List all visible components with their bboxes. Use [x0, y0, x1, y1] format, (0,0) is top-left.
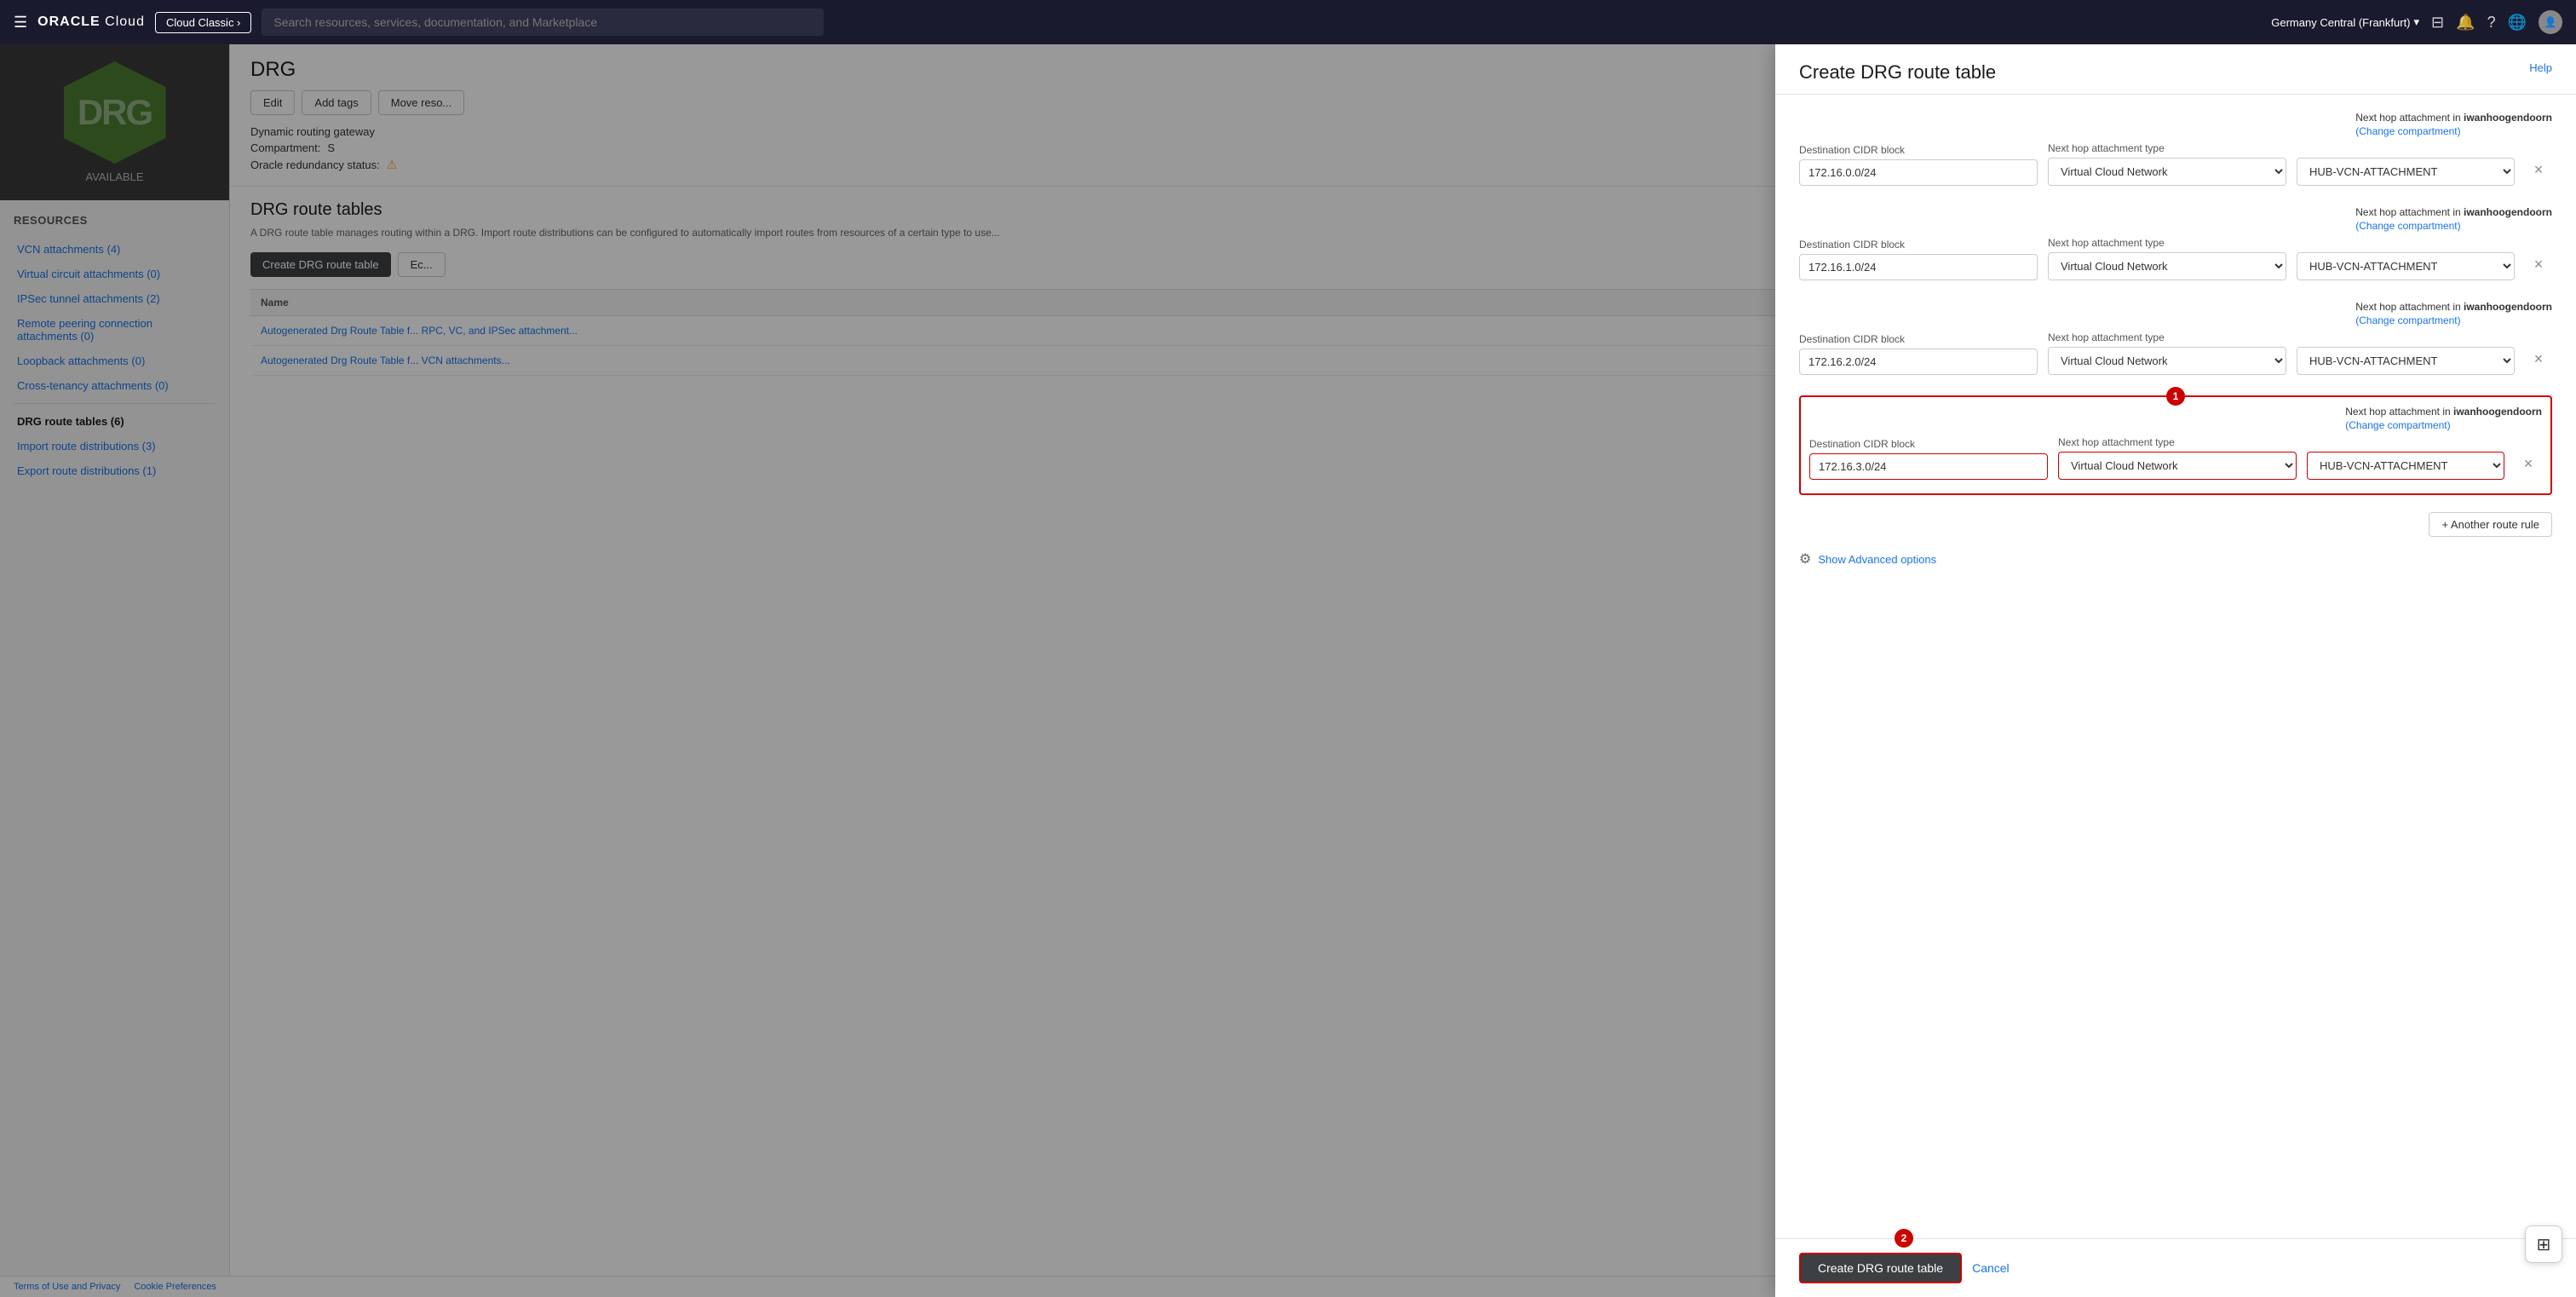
dest-cidr-group-3: Destination CIDR block — [1799, 333, 2038, 375]
cloud-classic-button[interactable]: Cloud Classic › — [155, 12, 251, 33]
next-hop-type-label-2: Next hop attachment type — [2048, 237, 2286, 249]
dest-cidr-input-3[interactable] — [1799, 349, 2038, 375]
globe-icon[interactable]: 🌐 — [2508, 14, 2527, 32]
create-drg-route-table-submit-button[interactable]: Create DRG route table — [1799, 1253, 1962, 1283]
next-hop-type-group-4: Next hop attachment type Virtual Cloud N… — [2058, 436, 2297, 480]
remove-rule-3-button[interactable]: × — [2525, 345, 2552, 373]
route-rule-3: Next hop attachment in iwanhoogendoorn (… — [1799, 301, 2552, 375]
modal-help-link[interactable]: Help — [2529, 61, 2552, 74]
search-input[interactable] — [262, 9, 824, 36]
help-widget-icon: ⊞ — [2537, 1234, 2551, 1255]
add-route-rule-button[interactable]: + Another route rule — [2429, 512, 2552, 537]
nav-right: Germany Central (Frankfurt) ▾ ⊟ 🔔 ? 🌐 👤 — [2271, 10, 2562, 34]
bell-icon[interactable]: 🔔 — [2456, 14, 2475, 32]
route-rule-1: Next hop attachment in iwanhoogendoorn (… — [1799, 112, 2552, 186]
dest-cidr-group-4: Destination CIDR block — [1809, 438, 2048, 480]
next-hop-attachment-group-3: HUB-VCN-ATTACHMENT — [2297, 331, 2515, 375]
create-drg-route-table-modal: Create DRG route table Help Next hop att… — [1775, 44, 2576, 1297]
rule-row-1: Destination CIDR block Next hop attachme… — [1799, 142, 2552, 186]
next-hop-type-select-3[interactable]: Virtual Cloud Network — [2048, 347, 2286, 375]
change-compartment-link-3[interactable]: (Change compartment) — [2355, 314, 2552, 326]
modal-title: Create DRG route table — [1799, 61, 1996, 84]
top-navigation: ☰ ORACLE Cloud Cloud Classic › Germany C… — [0, 0, 2576, 44]
next-hop-type-group-2: Next hop attachment type Virtual Cloud N… — [2048, 237, 2286, 280]
next-hop-attachment-label-2 — [2297, 237, 2515, 249]
rule-row-2: Destination CIDR block Next hop attachme… — [1799, 237, 2552, 280]
route-rule-4-highlighted: 1 Next hop attachment in iwanhoogendoorn… — [1799, 395, 2552, 495]
dest-cidr-group-2: Destination CIDR block — [1799, 239, 2038, 280]
dest-cidr-input-2[interactable] — [1799, 254, 2038, 280]
next-hop-attachment-group-2: HUB-VCN-ATTACHMENT — [2297, 237, 2515, 280]
next-hop-header-4: Next hop attachment in iwanhoogendoorn — [2345, 406, 2542, 418]
modal-footer: 2 Create DRG route table Cancel — [1775, 1238, 2576, 1297]
next-hop-type-label-4: Next hop attachment type — [2058, 436, 2297, 448]
next-hop-header-1: Next hop attachment in iwanhoogendoorn — [2355, 112, 2552, 124]
next-hop-attachment-select-3[interactable]: HUB-VCN-ATTACHMENT — [2297, 347, 2515, 375]
change-compartment-link-1[interactable]: (Change compartment) — [2355, 125, 2552, 137]
hamburger-menu[interactable]: ☰ — [14, 14, 27, 32]
next-hop-attachment-label-1 — [2297, 142, 2515, 154]
modal-body[interactable]: Next hop attachment in iwanhoogendoorn (… — [1775, 95, 2576, 1238]
rule-row-3: Destination CIDR block Next hop attachme… — [1799, 331, 2552, 375]
next-hop-type-label-1: Next hop attachment type — [2048, 142, 2286, 154]
next-hop-attachment-label-3 — [2297, 331, 2515, 343]
dest-cidr-label-4: Destination CIDR block — [1809, 438, 2048, 450]
advanced-options-label: Show Advanced options — [1818, 553, 1936, 566]
next-hop-type-select-4[interactable]: Virtual Cloud Network — [2058, 452, 2297, 480]
next-hop-attachment-label-4 — [2307, 436, 2504, 448]
next-hop-type-label-3: Next hop attachment type — [2048, 331, 2286, 343]
region-selector[interactable]: Germany Central (Frankfurt) ▾ — [2271, 15, 2419, 29]
oracle-logo: ORACLE Cloud — [37, 14, 145, 30]
footer-badge: 2 — [1895, 1229, 1913, 1248]
next-hop-type-select-2[interactable]: Virtual Cloud Network — [2048, 252, 2286, 280]
next-hop-type-group-3: Next hop attachment type Virtual Cloud N… — [2048, 331, 2286, 375]
next-hop-attachment-select-2[interactable]: HUB-VCN-ATTACHMENT — [2297, 252, 2515, 280]
rule-row-4: Destination CIDR block Next hop attachme… — [1809, 436, 2542, 480]
next-hop-col-4: Next hop attachment in iwanhoogendoorn (… — [2345, 406, 2542, 435]
dest-cidr-label-1: Destination CIDR block — [1799, 144, 2038, 156]
monitor-icon[interactable]: ⊟ — [2431, 14, 2444, 32]
remove-rule-1-button[interactable]: × — [2525, 156, 2552, 184]
user-avatar[interactable]: 👤 — [2539, 10, 2562, 34]
next-hop-attachment-group-1: HUB-VCN-ATTACHMENT — [2297, 142, 2515, 186]
next-hop-type-select-1[interactable]: Virtual Cloud Network — [2048, 158, 2286, 186]
remove-rule-2-button[interactable]: × — [2525, 251, 2552, 279]
dest-cidr-group-1: Destination CIDR block — [1799, 144, 2038, 186]
next-hop-col-3: Next hop attachment in iwanhoogendoorn (… — [2355, 301, 2552, 330]
change-compartment-link-2[interactable]: (Change compartment) — [2355, 220, 2552, 232]
dest-cidr-input-1[interactable] — [1799, 159, 2038, 186]
help-icon[interactable]: ? — [2487, 14, 2496, 32]
dest-cidr-label-3: Destination CIDR block — [1799, 333, 2038, 345]
settings-icon: ⚙ — [1799, 551, 1811, 568]
next-hop-attachment-select-4[interactable]: HUB-VCN-ATTACHMENT — [2307, 452, 2504, 480]
next-hop-col-2: Next hop attachment in iwanhoogendoorn (… — [2355, 206, 2552, 235]
add-rule-container: + Another route rule — [1799, 509, 2552, 537]
remove-rule-4-button[interactable]: × — [2515, 450, 2542, 478]
dest-cidr-input-4[interactable] — [1809, 453, 2048, 480]
rule-4-badge: 1 — [2166, 387, 2185, 406]
next-hop-type-group-1: Next hop attachment type Virtual Cloud N… — [2048, 142, 2286, 186]
help-widget[interactable]: ⊞ — [2525, 1225, 2562, 1263]
route-rule-2: Next hop attachment in iwanhoogendoorn (… — [1799, 206, 2552, 280]
advanced-options-toggle[interactable]: ⚙ Show Advanced options — [1799, 551, 2552, 568]
next-hop-col-1: Next hop attachment in iwanhoogendoorn (… — [2355, 112, 2552, 141]
change-compartment-link-4[interactable]: (Change compartment) — [2345, 419, 2542, 431]
next-hop-header-3: Next hop attachment in iwanhoogendoorn — [2355, 301, 2552, 313]
dest-cidr-label-2: Destination CIDR block — [1799, 239, 2038, 251]
modal-header: Create DRG route table Help — [1775, 44, 2576, 95]
next-hop-attachment-group-4: HUB-VCN-ATTACHMENT — [2307, 436, 2504, 480]
next-hop-attachment-select-1[interactable]: HUB-VCN-ATTACHMENT — [2297, 158, 2515, 186]
next-hop-header-2: Next hop attachment in iwanhoogendoorn — [2355, 206, 2552, 218]
cancel-button[interactable]: Cancel — [1972, 1261, 2010, 1275]
